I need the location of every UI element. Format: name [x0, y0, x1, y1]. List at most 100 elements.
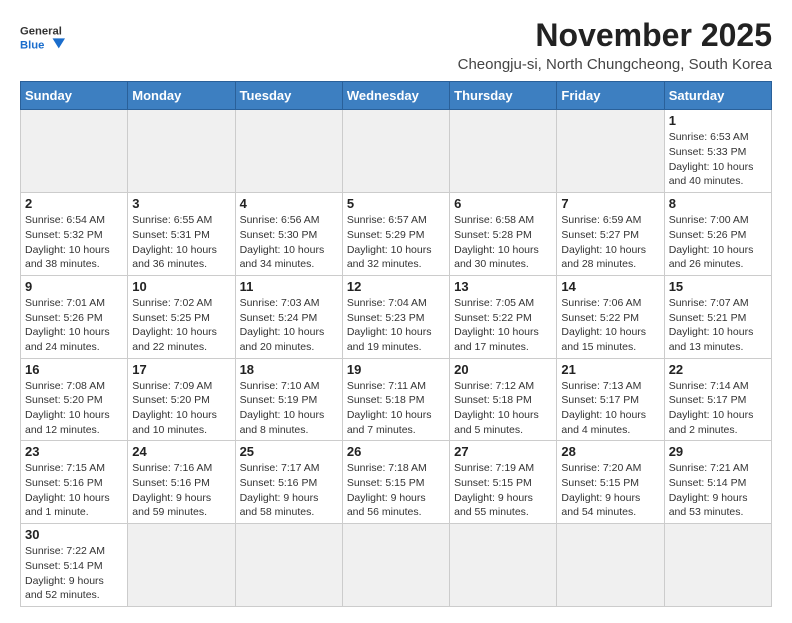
- day-info: Sunrise: 6:58 AM Sunset: 5:28 PM Dayligh…: [454, 213, 552, 272]
- day-number: 27: [454, 444, 552, 459]
- header: General Blue November 2025 Cheongju-si, …: [20, 16, 772, 73]
- day-number: 29: [669, 444, 767, 459]
- calendar-cell: [342, 524, 449, 607]
- calendar-cell: 5 Sunrise: 6:57 AM Sunset: 5:29 PM Daylig…: [342, 193, 449, 276]
- day-info: Sunrise: 6:54 AM Sunset: 5:32 PM Dayligh…: [25, 213, 123, 272]
- calendar-cell: [664, 524, 771, 607]
- weekday-header-monday: Monday: [128, 82, 235, 110]
- calendar-cell: 26 Sunrise: 7:18 AM Sunset: 5:15 PM Dayli…: [342, 441, 449, 524]
- calendar-cell: 8Sunrise: 7:00 AM Sunset: 5:26 PM Daylig…: [664, 193, 771, 276]
- calendar-cell: 7Sunrise: 6:59 AM Sunset: 5:27 PM Daylig…: [557, 193, 664, 276]
- day-info: Sunrise: 7:02 AM Sunset: 5:25 PM Dayligh…: [132, 296, 230, 355]
- calendar-week-row: 2 Sunrise: 6:54 AM Sunset: 5:32 PM Daylig…: [21, 193, 772, 276]
- calendar-cell: 20Sunrise: 7:12 AM Sunset: 5:18 PM Dayli…: [450, 358, 557, 441]
- logo-area: General Blue: [20, 16, 70, 56]
- day-number: 9: [25, 279, 123, 294]
- day-number: 28: [561, 444, 659, 459]
- day-info: Sunrise: 7:10 AM Sunset: 5:19 PM Dayligh…: [240, 379, 338, 438]
- logo-icon: General Blue: [20, 20, 70, 56]
- weekday-header-saturday: Saturday: [664, 82, 771, 110]
- calendar-cell: [557, 110, 664, 193]
- calendar-cell: 12Sunrise: 7:04 AM Sunset: 5:23 PM Dayli…: [342, 275, 449, 358]
- weekday-header-wednesday: Wednesday: [342, 82, 449, 110]
- day-info: Sunrise: 6:53 AM Sunset: 5:33 PM Dayligh…: [669, 130, 767, 189]
- calendar-cell: 11 Sunrise: 7:03 AM Sunset: 5:24 PM Dayli…: [235, 275, 342, 358]
- calendar-cell: 1 Sunrise: 6:53 AM Sunset: 5:33 PM Daylig…: [664, 110, 771, 193]
- day-info: Sunrise: 7:20 AM Sunset: 5:15 PM Dayligh…: [561, 461, 659, 520]
- day-number: 18: [240, 362, 338, 377]
- calendar-week-row: 30Sunrise: 7:22 AM Sunset: 5:14 PM Dayli…: [21, 524, 772, 607]
- day-number: 22: [669, 362, 767, 377]
- calendar-cell: 17Sunrise: 7:09 AM Sunset: 5:20 PM Dayli…: [128, 358, 235, 441]
- calendar-week-row: 23 Sunrise: 7:15 AM Sunset: 5:16 PM Dayli…: [21, 441, 772, 524]
- title-area: November 2025 Cheongju-si, North Chungch…: [458, 16, 772, 73]
- day-info: Sunrise: 7:16 AM Sunset: 5:16 PM Dayligh…: [132, 461, 230, 520]
- day-info: Sunrise: 6:57 AM Sunset: 5:29 PM Dayligh…: [347, 213, 445, 272]
- calendar-cell: [450, 110, 557, 193]
- day-number: 5: [347, 196, 445, 211]
- calendar-cell: [557, 524, 664, 607]
- day-info: Sunrise: 7:05 AM Sunset: 5:22 PM Dayligh…: [454, 296, 552, 355]
- weekday-header-friday: Friday: [557, 82, 664, 110]
- calendar-week-row: 1 Sunrise: 6:53 AM Sunset: 5:33 PM Daylig…: [21, 110, 772, 193]
- day-number: 25: [240, 444, 338, 459]
- day-number: 2: [25, 196, 123, 211]
- day-number: 10: [132, 279, 230, 294]
- day-info: Sunrise: 7:03 AM Sunset: 5:24 PM Dayligh…: [240, 296, 338, 355]
- calendar-cell: 15Sunrise: 7:07 AM Sunset: 5:21 PM Dayli…: [664, 275, 771, 358]
- day-number: 17: [132, 362, 230, 377]
- calendar-cell: [450, 524, 557, 607]
- day-number: 4: [240, 196, 338, 211]
- calendar-cell: 30Sunrise: 7:22 AM Sunset: 5:14 PM Dayli…: [21, 524, 128, 607]
- weekday-header-sunday: Sunday: [21, 82, 128, 110]
- calendar-cell: 6 Sunrise: 6:58 AM Sunset: 5:28 PM Daylig…: [450, 193, 557, 276]
- calendar-cell: 4 Sunrise: 6:56 AM Sunset: 5:30 PM Daylig…: [235, 193, 342, 276]
- day-info: Sunrise: 7:14 AM Sunset: 5:17 PM Dayligh…: [669, 379, 767, 438]
- day-number: 6: [454, 196, 552, 211]
- svg-text:General: General: [20, 26, 62, 38]
- day-info: Sunrise: 6:56 AM Sunset: 5:30 PM Dayligh…: [240, 213, 338, 272]
- day-number: 21: [561, 362, 659, 377]
- calendar-table: SundayMondayTuesdayWednesdayThursdayFrid…: [20, 81, 772, 607]
- weekday-header-thursday: Thursday: [450, 82, 557, 110]
- day-info: Sunrise: 7:21 AM Sunset: 5:14 PM Dayligh…: [669, 461, 767, 520]
- day-number: 14: [561, 279, 659, 294]
- calendar-cell: 27Sunrise: 7:19 AM Sunset: 5:15 PM Dayli…: [450, 441, 557, 524]
- calendar-cell: [21, 110, 128, 193]
- day-number: 30: [25, 527, 123, 542]
- calendar-cell: [342, 110, 449, 193]
- day-info: Sunrise: 7:15 AM Sunset: 5:16 PM Dayligh…: [25, 461, 123, 520]
- calendar-cell: [128, 524, 235, 607]
- day-number: 23: [25, 444, 123, 459]
- day-info: Sunrise: 7:08 AM Sunset: 5:20 PM Dayligh…: [25, 379, 123, 438]
- day-number: 11: [240, 279, 338, 294]
- day-number: 24: [132, 444, 230, 459]
- calendar-cell: 16Sunrise: 7:08 AM Sunset: 5:20 PM Dayli…: [21, 358, 128, 441]
- calendar-cell: 13 Sunrise: 7:05 AM Sunset: 5:22 PM Dayli…: [450, 275, 557, 358]
- day-number: 12: [347, 279, 445, 294]
- calendar-cell: 14Sunrise: 7:06 AM Sunset: 5:22 PM Dayli…: [557, 275, 664, 358]
- calendar-cell: [235, 110, 342, 193]
- day-info: Sunrise: 7:07 AM Sunset: 5:21 PM Dayligh…: [669, 296, 767, 355]
- calendar-subtitle: Cheongju-si, North Chungcheong, South Ko…: [458, 56, 772, 73]
- day-info: Sunrise: 7:11 AM Sunset: 5:18 PM Dayligh…: [347, 379, 445, 438]
- calendar-cell: 25 Sunrise: 7:17 AM Sunset: 5:16 PM Dayli…: [235, 441, 342, 524]
- day-info: Sunrise: 7:01 AM Sunset: 5:26 PM Dayligh…: [25, 296, 123, 355]
- day-number: 20: [454, 362, 552, 377]
- day-number: 26: [347, 444, 445, 459]
- calendar-cell: 2 Sunrise: 6:54 AM Sunset: 5:32 PM Daylig…: [21, 193, 128, 276]
- day-info: Sunrise: 7:17 AM Sunset: 5:16 PM Dayligh…: [240, 461, 338, 520]
- calendar-cell: 24 Sunrise: 7:16 AM Sunset: 5:16 PM Dayli…: [128, 441, 235, 524]
- calendar-cell: 10 Sunrise: 7:02 AM Sunset: 5:25 PM Dayli…: [128, 275, 235, 358]
- calendar-cell: 19 Sunrise: 7:11 AM Sunset: 5:18 PM Dayli…: [342, 358, 449, 441]
- day-info: Sunrise: 6:55 AM Sunset: 5:31 PM Dayligh…: [132, 213, 230, 272]
- calendar-week-row: 16Sunrise: 7:08 AM Sunset: 5:20 PM Dayli…: [21, 358, 772, 441]
- day-number: 13: [454, 279, 552, 294]
- day-number: 7: [561, 196, 659, 211]
- day-number: 1: [669, 113, 767, 128]
- calendar-cell: 21Sunrise: 7:13 AM Sunset: 5:17 PM Dayli…: [557, 358, 664, 441]
- calendar-cell: 29 Sunrise: 7:21 AM Sunset: 5:14 PM Dayli…: [664, 441, 771, 524]
- day-number: 19: [347, 362, 445, 377]
- day-info: Sunrise: 7:18 AM Sunset: 5:15 PM Dayligh…: [347, 461, 445, 520]
- calendar-cell: 9 Sunrise: 7:01 AM Sunset: 5:26 PM Daylig…: [21, 275, 128, 358]
